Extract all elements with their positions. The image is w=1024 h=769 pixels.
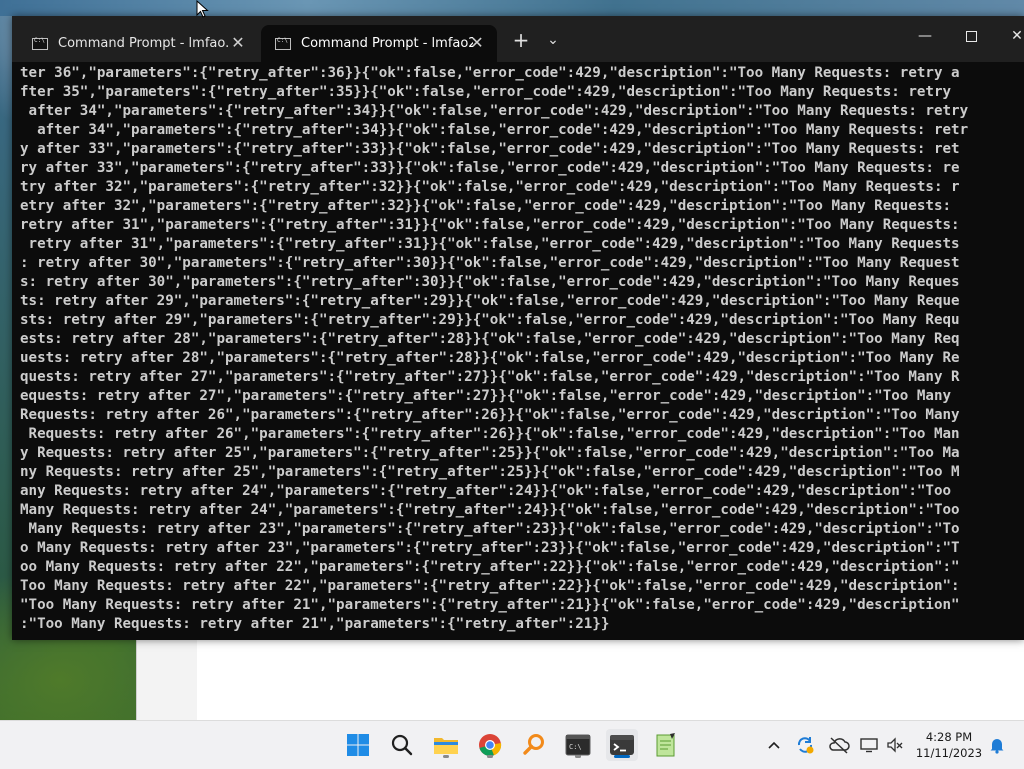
sync-icon[interactable] [792,729,818,761]
console-output[interactable]: ter 36","parameters":{"retry_after":36}}… [20,64,1020,638]
console-line: Too Many Requests: retry after 22","para… [20,578,960,594]
new-tab-button[interactable]: + [510,29,532,51]
tab-lmfao-bat[interactable]: Command Prompt - lmfao.bat ✕ [18,25,258,62]
console-line: quests: retry after 27","parameters":{"r… [20,369,960,385]
search-icon[interactable] [386,729,418,761]
maximize-icon [965,30,977,42]
console-line: try after 32","parameters":{"retry_after… [20,179,960,195]
running-indicator [443,755,449,758]
console-line: : retry after 30","parameters":{"retry_a… [20,255,960,271]
running-indicator [487,755,493,758]
running-indicator [575,755,581,758]
maximize-button[interactable] [948,22,994,50]
console-line: ter 36","parameters":{"retry_after":36}}… [20,65,960,81]
console-line: retry after 31","parameters":{"retry_aft… [20,236,960,252]
terminal-window[interactable]: Command Prompt - lmfao.bat ✕ Command Pro… [12,16,1024,640]
console-line: uests: retry after 28","parameters":{"re… [20,350,960,366]
mouse-cursor-icon [196,0,209,18]
console-line: y after 33","parameters":{"retry_after":… [20,141,960,157]
clock-time: 4:28 PM [925,730,973,744]
console-line: ests: retry after 28","parameters":{"ret… [20,331,960,347]
terminal-icon[interactable]: C:\ [562,729,594,761]
console-line: any Requests: retry after 24","parameter… [20,483,952,499]
notification-bell-icon[interactable] [986,729,1008,761]
minimize-button[interactable]: — [902,22,948,50]
wallpaper-sky [0,0,1024,16]
console-line: oo Many Requests: retry after 22","param… [20,559,960,575]
console-line: "Too Many Requests: retry after 21","par… [20,597,960,613]
taskbar-clock[interactable]: 4:28 PM 11/11/2023 [914,729,984,761]
tab-title: Command Prompt - lmfao.bat [58,36,230,51]
console-line: Requests: retry after 26","parameters":{… [20,426,960,442]
console-line: sts: retry after 29","parameters":{"retr… [20,312,960,328]
windows-terminal-icon[interactable] [606,729,638,761]
close-button[interactable]: ✕ [994,22,1024,50]
console-line: equests: retry after 27","parameters":{"… [20,388,952,404]
terminal-titlebar[interactable]: Command Prompt - lmfao.bat ✕ Command Pro… [12,16,1024,62]
background-window[interactable] [136,640,1024,720]
console-line: Many Requests: retry after 23","paramete… [20,521,960,537]
background-window-content [197,640,1024,720]
cloud-offline-icon[interactable] [826,729,852,761]
tab-title: Command Prompt - lmfao2.bat [301,36,473,51]
search-everything-icon[interactable] [518,729,550,761]
taskbar: C:\ 4:28 PM 11/11/2023 [0,720,1024,769]
console-line: o Many Requests: retry after 23","parame… [20,540,960,556]
active-indicator [614,755,630,758]
chevron-down-icon[interactable]: ⌄ [542,29,564,51]
network-icon[interactable] [858,729,880,761]
console-line: ts: retry after 29","parameters":{"retry… [20,293,960,309]
scrollbar[interactable] [1018,62,1024,640]
svg-text:C:\: C:\ [569,743,582,751]
clock-date: 11/11/2023 [915,746,983,760]
close-tab-icon[interactable]: ✕ [230,35,246,51]
close-tab-icon[interactable]: ✕ [469,35,485,51]
console-line: Requests: retry after 26","parameters":{… [20,407,960,423]
console-line: ry after 33","parameters":{"retry_after"… [20,160,960,176]
console-line: y Requests: retry after 25","parameters"… [20,445,960,461]
console-line: Many Requests: retry after 24","paramete… [20,502,960,518]
file-explorer-icon[interactable] [430,729,462,761]
console-line: after 34","parameters":{"retry_after":34… [20,103,969,119]
console-line: fter 35","parameters":{"retry_after":35}… [20,84,952,100]
console-line: ny Requests: retry after 25","parameters… [20,464,960,480]
notepad-plus-icon[interactable] [650,729,682,761]
console-line: etry after 32","parameters":{"retry_afte… [20,198,952,214]
cmd-icon [32,37,48,50]
chrome-icon[interactable] [474,729,506,761]
start-icon[interactable] [342,729,374,761]
chevron-up-icon[interactable] [764,729,784,761]
console-line: s: retry after 30","parameters":{"retry_… [20,274,960,290]
cmd-icon [275,37,291,50]
tab-lmfao2-bat[interactable]: Command Prompt - lmfao2.bat ✕ [261,25,497,62]
console-line: after 34","parameters":{"retry_after":34… [20,122,969,138]
console-line: :"Too Many Requests: retry after 21","pa… [20,616,610,632]
volume-muted-icon[interactable] [884,729,906,761]
console-line: retry after 31","parameters":{"retry_aft… [20,217,960,233]
